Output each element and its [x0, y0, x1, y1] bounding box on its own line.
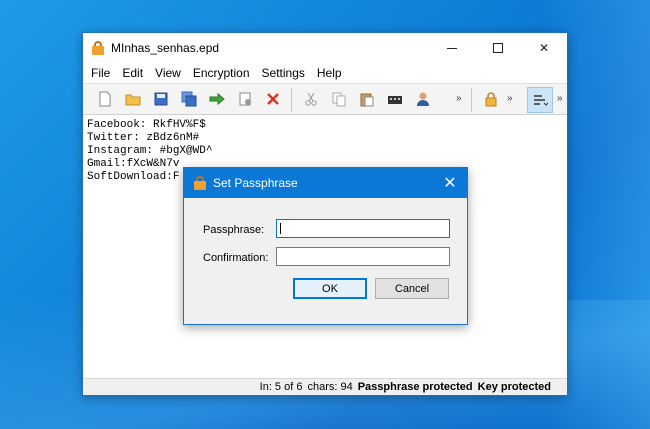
editor-line: Facebook: RkfHV%F$	[87, 119, 206, 131]
dialog-title: Set Passphrase	[213, 176, 298, 190]
close-icon: ✕	[538, 41, 550, 55]
toolbar-overflow-icon[interactable]: »	[456, 93, 462, 104]
dialog-close-button[interactable]: ✕	[433, 168, 467, 198]
confirmation-label: Confirmation:	[203, 252, 269, 264]
minimize-button[interactable]	[429, 33, 475, 63]
passphrase-input[interactable]	[276, 219, 450, 238]
new-file-icon[interactable]	[97, 91, 113, 107]
ok-button[interactable]: OK	[293, 278, 367, 299]
toolbar-separator	[471, 88, 472, 112]
toolbar-overflow-icon[interactable]: »	[557, 93, 563, 104]
passphrase-label: Passphrase:	[203, 224, 265, 236]
toolbar-separator	[291, 88, 292, 112]
status-passphrase: Passphrase protected	[357, 381, 473, 393]
keyboard-icon[interactable]	[387, 91, 403, 107]
cancel-button[interactable]: Cancel	[375, 278, 449, 299]
cut-icon[interactable]	[303, 91, 319, 107]
app-lock-icon	[92, 41, 104, 55]
user-icon[interactable]	[415, 91, 431, 107]
menu-encryption[interactable]: Encryption	[187, 66, 256, 80]
window-title: MInhas_senhas.epd	[111, 41, 220, 55]
status-char-count: chars: 94	[307, 381, 353, 393]
status-bar: In: 5 of 6 chars: 94 Passphrase protecte…	[83, 378, 567, 395]
confirmation-input[interactable]	[276, 247, 450, 266]
menu-edit[interactable]: Edit	[116, 66, 149, 80]
copy-icon[interactable]	[331, 91, 347, 107]
menu-help[interactable]: Help	[311, 66, 348, 80]
menu-file[interactable]: File	[85, 66, 116, 80]
maximize-icon	[493, 43, 503, 53]
menu-bar: File Edit View Encryption Settings Help	[83, 63, 567, 83]
dialog-lock-icon	[194, 176, 206, 190]
close-button[interactable]: ✕	[521, 33, 567, 63]
dialog-titlebar[interactable]: Set Passphrase ✕	[184, 168, 467, 198]
lock-icon[interactable]	[483, 91, 499, 107]
delete-icon[interactable]	[265, 91, 281, 107]
export-icon[interactable]	[209, 91, 225, 107]
toolbar-overflow-icon[interactable]: »	[507, 93, 513, 104]
menu-settings[interactable]: Settings	[256, 66, 311, 80]
open-folder-icon[interactable]	[125, 91, 141, 107]
status-key: Key protected	[477, 381, 551, 393]
maximize-button[interactable]	[475, 33, 521, 63]
status-line-position: In: 5 of 6	[259, 381, 303, 393]
menu-view[interactable]: View	[149, 66, 187, 80]
editor-line: Twitter: zBdz6nM#	[87, 132, 200, 144]
text-caret	[280, 223, 281, 234]
save-icon[interactable]	[153, 91, 169, 107]
window-titlebar[interactable]: MInhas_senhas.epd ✕	[83, 33, 567, 63]
toolbar: » » »	[83, 83, 567, 115]
editor-line: Instagram: #bgX@WD^	[87, 145, 213, 157]
save-as-icon[interactable]	[181, 91, 197, 107]
properties-icon[interactable]	[237, 91, 253, 107]
list-icon	[534, 95, 548, 106]
minimize-icon	[447, 47, 457, 49]
set-passphrase-dialog: Set Passphrase ✕ Passphrase: Confirmatio…	[183, 167, 468, 325]
paste-icon[interactable]	[359, 91, 375, 107]
close-icon: ✕	[443, 175, 457, 192]
